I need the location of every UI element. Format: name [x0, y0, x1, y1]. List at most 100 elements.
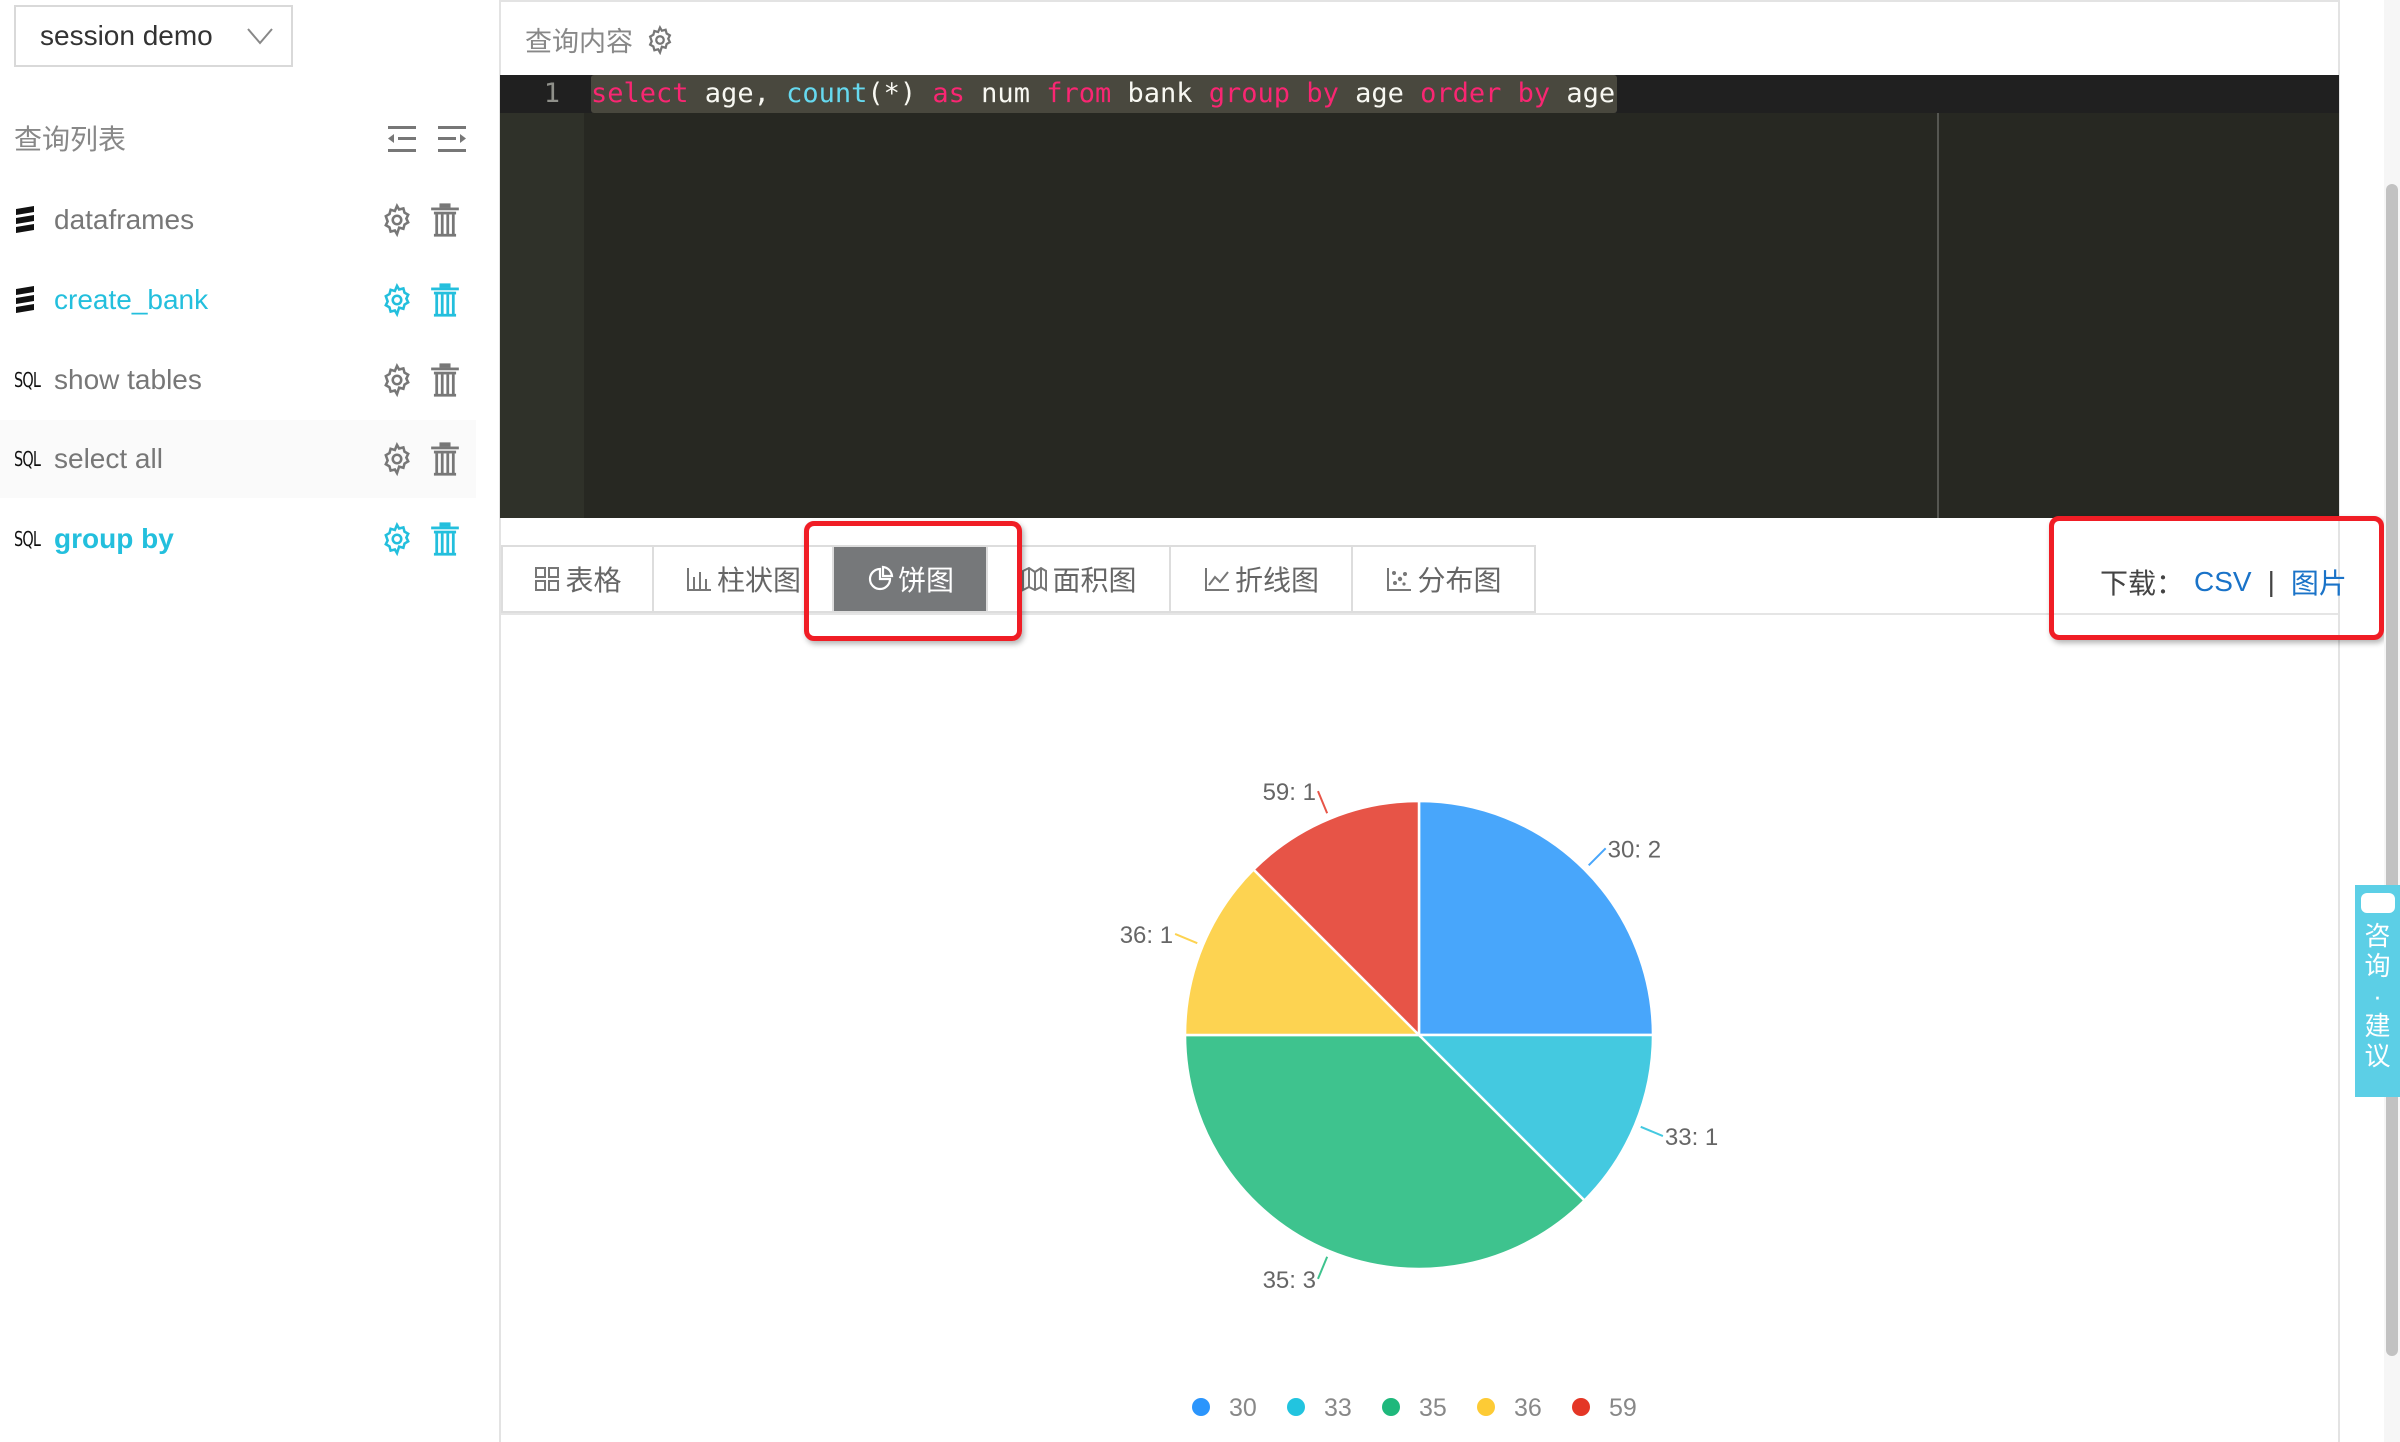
- session-select[interactable]: session demo: [14, 5, 293, 67]
- gear-icon[interactable]: [380, 282, 414, 318]
- label-leader-line: [1317, 1256, 1329, 1280]
- query-item-label: select all: [54, 443, 163, 474]
- trash-icon[interactable]: [428, 282, 462, 318]
- query-list-item[interactable]: create_bank: [0, 261, 476, 339]
- chart-area: 30: 2 33: 1 35: 3 36: 1 59: 1 30 33 35 36 59: [501, 615, 2338, 1442]
- legend-label[interactable]: 35: [1419, 1394, 1447, 1422]
- feedback-float-tab[interactable]: 咨询 · 建议: [2355, 885, 2400, 1097]
- label-leader-line: [1317, 790, 1329, 814]
- legend-label[interactable]: 59: [1609, 1394, 1637, 1422]
- query-list-item[interactable]: SQL select all: [0, 420, 476, 498]
- query-item-label: show tables: [54, 364, 202, 395]
- sql-editor[interactable]: 1 select age, count(*) as num from bank …: [500, 75, 2339, 518]
- sql-text: age,: [688, 78, 787, 109]
- sql-function: count: [786, 78, 868, 109]
- download-separator: |: [2267, 566, 2275, 597]
- pie-label: 36: 1: [1120, 922, 1173, 949]
- print-margin: [1937, 113, 1939, 518]
- tab-label: 面积图: [1052, 565, 1137, 596]
- tab-scatter-chart[interactable]: 分布图: [1353, 547, 1536, 611]
- item-actions: [380, 441, 462, 477]
- tab-line-chart[interactable]: 折线图: [1171, 547, 1353, 611]
- trash-icon[interactable]: [428, 521, 462, 557]
- code-line[interactable]: select age, count(*) as num from bank gr…: [591, 75, 1618, 113]
- tab-area-chart[interactable]: 面积图: [988, 547, 1171, 611]
- sql-keyword: group by: [1208, 78, 1339, 109]
- label-leader-line: [1640, 1125, 1664, 1137]
- scatter-chart-icon: [1387, 568, 1412, 591]
- page-scrollbar[interactable]: [2384, 0, 2400, 1442]
- pie-label: 33: 1: [1665, 1124, 1718, 1151]
- download-csv-link[interactable]: CSV: [2194, 566, 2252, 598]
- download-image-link[interactable]: 图片: [2291, 562, 2347, 602]
- item-actions: [380, 202, 462, 238]
- gear-icon[interactable]: [380, 362, 414, 398]
- chart-type-tabs: 表格 柱状图 饼图 面积图 折线图 分布图: [501, 545, 1536, 613]
- download-bar: 下载： CSV | 图片: [2100, 562, 2347, 602]
- query-content-title: 查询内容: [525, 27, 633, 57]
- item-actions: [380, 282, 462, 318]
- gear-icon[interactable]: [380, 441, 414, 477]
- sql-keyword: order by: [1420, 78, 1551, 109]
- sql-keyword: from: [1046, 78, 1112, 109]
- label-leader-line: [1587, 847, 1607, 867]
- trash-icon[interactable]: [428, 362, 462, 398]
- sql-icon: SQL: [14, 447, 41, 471]
- chevron-down-icon: [247, 28, 273, 45]
- pie-label: 35: 3: [1263, 1267, 1316, 1294]
- area-chart-icon: [1022, 566, 1048, 592]
- tab-pie-chart[interactable]: 饼图: [834, 547, 988, 611]
- query-list-item[interactable]: SQL show tables: [0, 341, 476, 419]
- float-tab-char: 议: [2364, 1041, 2391, 1071]
- query-item-label: dataframes: [54, 204, 195, 235]
- legend-marker[interactable]: [1192, 1398, 1210, 1416]
- legend-marker[interactable]: [1287, 1398, 1305, 1416]
- tab-label: 表格: [565, 565, 622, 596]
- gear-icon[interactable]: [645, 24, 675, 55]
- chat-bubble-icon: [2360, 893, 2395, 913]
- query-list-item[interactable]: dataframes: [0, 181, 476, 259]
- sql-text: age: [1338, 78, 1421, 109]
- scrollbar-thumb[interactable]: [2386, 184, 2398, 1356]
- sql-keyword: select: [591, 78, 689, 109]
- query-content-header: 查询内容: [525, 20, 675, 59]
- sql-text: age: [1550, 78, 1616, 109]
- legend-label[interactable]: 30: [1229, 1394, 1257, 1422]
- item-icon-wrap: [14, 285, 36, 315]
- query-list-item[interactable]: SQL group by: [0, 500, 476, 578]
- float-tab-char: 咨: [2364, 921, 2391, 951]
- pie-label: 30: 2: [1608, 836, 1661, 863]
- tab-bar-chart[interactable]: 柱状图: [654, 547, 834, 611]
- sql-icon: SQL: [14, 527, 41, 551]
- gear-icon[interactable]: [380, 521, 414, 557]
- legend-marker[interactable]: [1382, 1398, 1400, 1416]
- legend-marker[interactable]: [1572, 1398, 1590, 1416]
- item-icon-wrap: [14, 205, 36, 235]
- legend-label[interactable]: 33: [1324, 1394, 1352, 1422]
- tab-label: 分布图: [1417, 565, 1502, 596]
- gear-icon[interactable]: [380, 202, 414, 238]
- indent-icon[interactable]: [436, 124, 468, 154]
- bar-chart-icon: [686, 568, 711, 591]
- stack-icon: [16, 286, 34, 313]
- sql-text: num: [964, 78, 1047, 109]
- item-icon-wrap: SQL: [14, 527, 50, 551]
- list-tools: [386, 124, 468, 154]
- pie-label: 59: 1: [1263, 779, 1316, 806]
- trash-icon[interactable]: [428, 202, 462, 238]
- legend-marker[interactable]: [1477, 1398, 1495, 1416]
- tab-grid[interactable]: 表格: [501, 547, 654, 611]
- outdent-icon[interactable]: [386, 124, 418, 154]
- tab-label: 柱状图: [716, 565, 801, 596]
- query-list-title: 查询列表: [14, 124, 127, 155]
- float-tab-char: 建: [2364, 1011, 2391, 1041]
- sql-icon: SQL: [14, 368, 41, 392]
- tab-label: 折线图: [1234, 565, 1319, 596]
- trash-icon[interactable]: [428, 441, 462, 477]
- item-actions: [380, 362, 462, 398]
- legend-label[interactable]: 36: [1514, 1394, 1542, 1422]
- item-icon-wrap: SQL: [14, 447, 50, 471]
- line-chart-icon: [1204, 568, 1229, 591]
- label-leader-line: [1174, 933, 1198, 945]
- pie-chart-icon: [868, 565, 894, 591]
